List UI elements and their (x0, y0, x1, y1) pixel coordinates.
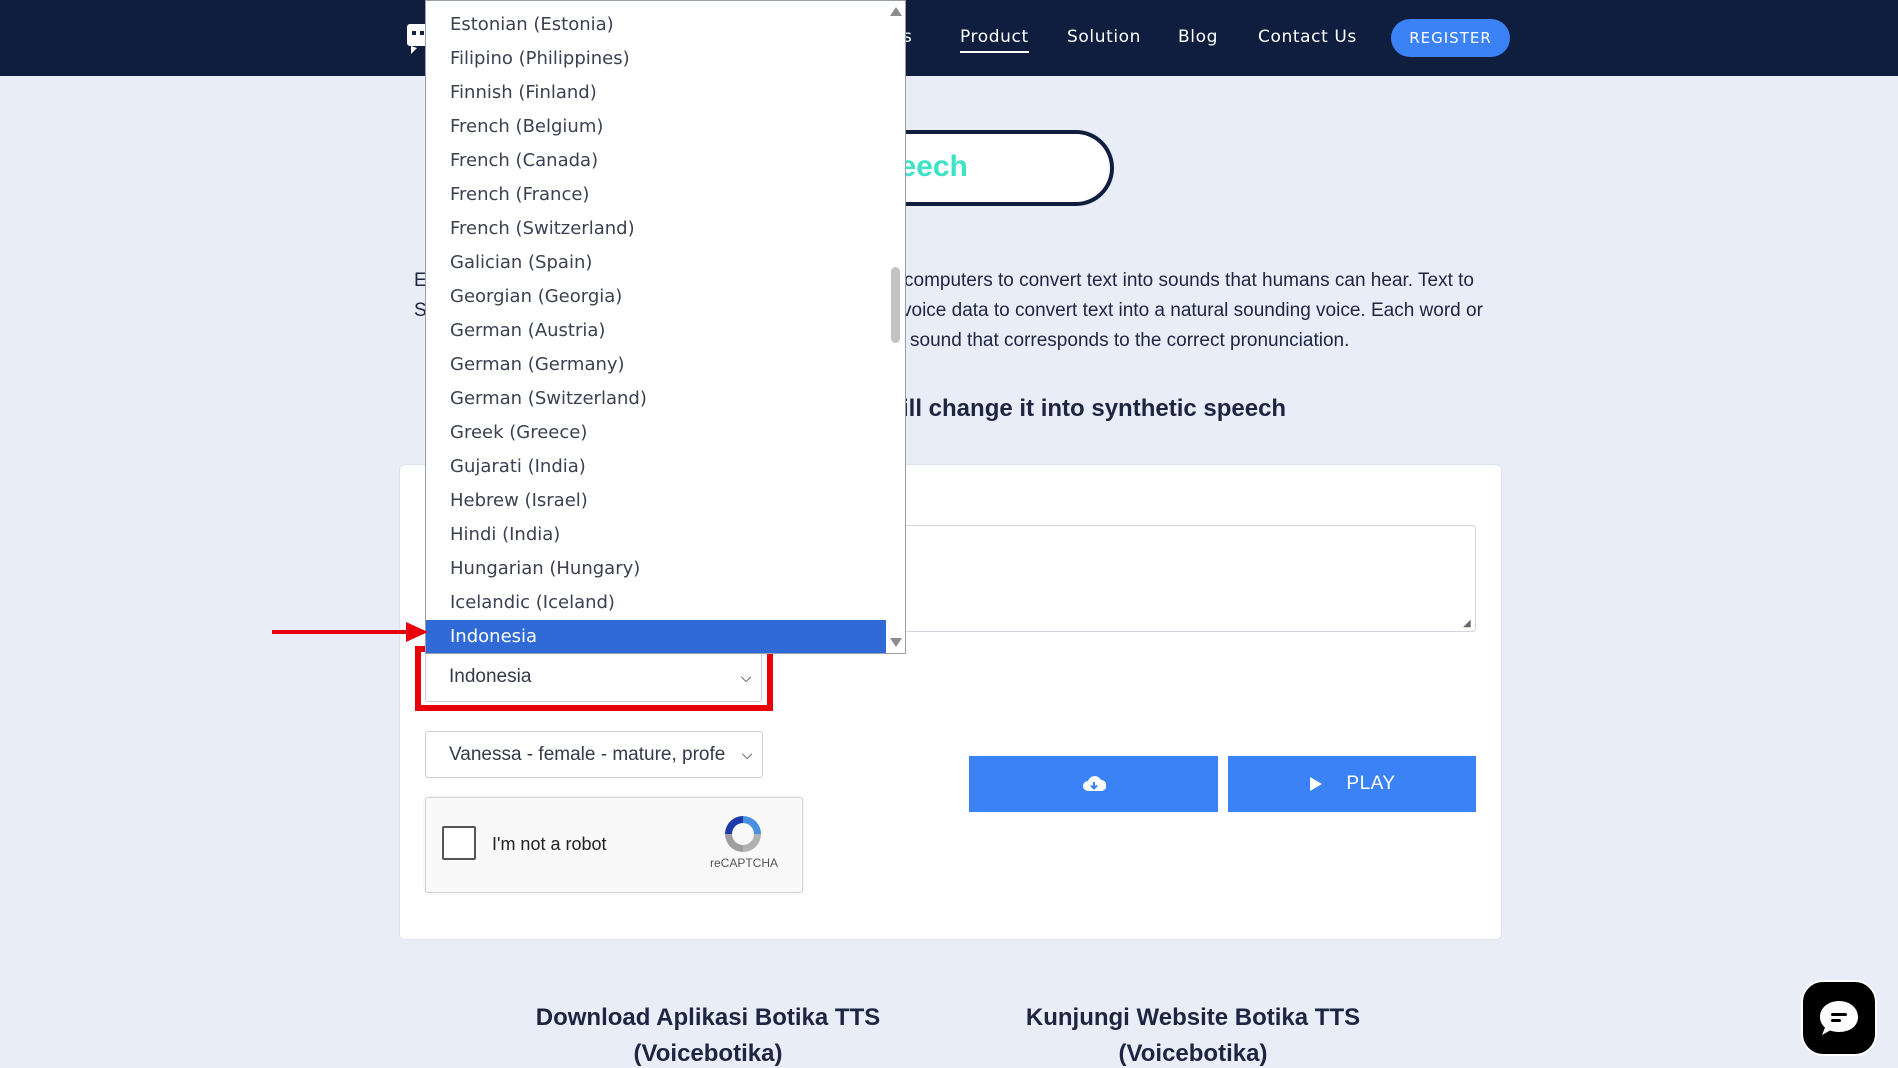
footer-visit-line-2: (Voicebotika) (1118, 1040, 1268, 1067)
dropdown-option[interactable]: French (Switzerland) (426, 212, 887, 246)
chevron-down-icon: ⌵ (741, 746, 753, 762)
dropdown-option[interactable]: Greek (Greece) (426, 416, 887, 450)
recaptcha-widget: I'm not a robot reCAPTCHA (425, 797, 803, 893)
play-icon (1310, 777, 1323, 791)
voice-select-value: Vanessa - female - mature, profe (449, 743, 726, 765)
section-subheading: ill change it into synthetic speech (902, 395, 1287, 422)
recaptcha-logo-icon (725, 816, 761, 852)
register-button[interactable]: REGISTER (1391, 19, 1510, 57)
chat-widget-button[interactable] (1801, 980, 1877, 1056)
recaptcha-brand: reCAPTCHA (709, 856, 778, 870)
dropdown-option[interactable]: Hebrew (Israel) (426, 484, 887, 518)
text-input-area[interactable]: ◢ (892, 525, 1476, 632)
annotation-arrow-icon (272, 622, 428, 642)
dropdown-option[interactable]: German (Austria) (426, 314, 887, 348)
voice-select[interactable]: Vanessa - female - mature, profe ⌵ (425, 731, 763, 778)
dropdown-option[interactable]: Icelandic (Iceland) (426, 586, 887, 620)
recaptcha-checkbox[interactable] (442, 826, 476, 860)
dropdown-options: Estonian (Estonia) Filipino (Philippines)… (426, 8, 887, 653)
description-line-1: computers to convert text into sounds th… (904, 270, 1474, 291)
nav-link-contact-us[interactable]: Contact Us (1258, 27, 1357, 47)
language-select-value: Indonesia (449, 666, 532, 687)
scrollbar-thumb[interactable] (891, 267, 900, 343)
top-navbar: s Product Solution Blog Contact Us REGIS… (0, 0, 1898, 76)
description-line-2: voice data to convert text into a natura… (902, 300, 1483, 321)
dropdown-option[interactable]: Hungarian (Hungary) (426, 552, 887, 586)
dropdown-option[interactable]: French (France) (426, 178, 887, 212)
dropdown-option[interactable]: French (Canada) (426, 144, 887, 178)
dropdown-option[interactable]: Estonian (Estonia) (426, 8, 887, 42)
dropdown-option[interactable]: German (Switzerland) (426, 382, 887, 416)
cloud-download-icon (1082, 776, 1106, 791)
chevron-down-icon: ⌵ (740, 668, 752, 685)
language-select[interactable]: Indonesia ⌵ (425, 652, 762, 702)
footer-visit-line-1: Kunjungi Website Botika TTS (1025, 1004, 1361, 1031)
scroll-down-arrow-icon[interactable] (890, 638, 902, 647)
footer-download-line-1: Download Aplikasi Botika TTS (535, 1004, 881, 1031)
download-button[interactable] (969, 756, 1218, 812)
dropdown-scrollbar[interactable] (886, 1, 905, 653)
dropdown-option[interactable]: French (Belgium) (426, 110, 887, 144)
nav-link-solution[interactable]: Solution (1067, 27, 1141, 47)
dropdown-option[interactable]: Hindi (India) (426, 518, 887, 552)
resize-grip-icon[interactable]: ◢ (1463, 619, 1473, 629)
dropdown-option[interactable]: Gujarati (India) (426, 450, 887, 484)
description-line-3: sound that corresponds to the correct pr… (910, 330, 1350, 351)
scroll-up-arrow-icon[interactable] (890, 7, 902, 16)
recaptcha-label: I'm not a robot (492, 834, 607, 854)
footer-download-line-2: (Voicebotika) (633, 1040, 783, 1067)
nav-link-product[interactable]: Product (960, 27, 1029, 53)
dropdown-option[interactable]: German (Germany) (426, 348, 887, 382)
dropdown-option[interactable]: Indonesia (426, 620, 887, 653)
play-button-label: PLAY (1346, 773, 1396, 794)
dropdown-option[interactable]: Galician (Spain) (426, 246, 887, 280)
footer-visit-website[interactable]: Kunjungi Website Botika TTS (Voicebotika… (963, 1000, 1423, 1068)
dropdown-option[interactable]: Finnish (Finland) (426, 76, 887, 110)
dropdown-option[interactable]: Filipino (Philippines) (426, 42, 887, 76)
nav-link-blog[interactable]: Blog (1178, 27, 1218, 47)
language-dropdown-list[interactable]: Estonian (Estonia) Filipino (Philippines)… (425, 0, 906, 654)
chat-bubble-icon (1820, 1001, 1858, 1035)
play-button[interactable]: PLAY (1228, 756, 1476, 812)
footer-download-app[interactable]: Download Aplikasi Botika TTS (Voicebotik… (478, 1000, 938, 1068)
dropdown-option[interactable]: Georgian (Georgia) (426, 280, 887, 314)
